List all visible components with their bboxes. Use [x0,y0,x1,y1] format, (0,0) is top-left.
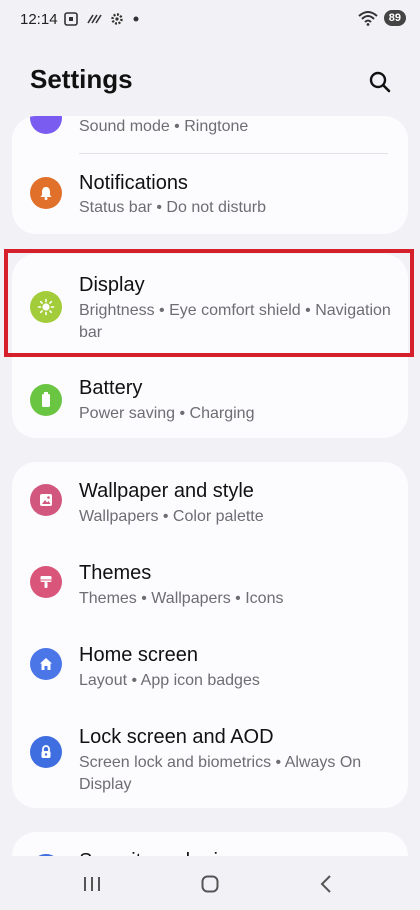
search-icon [369,71,391,93]
lock-screen-subtitle: Screen lock and biometrics • Always On D… [79,754,362,793]
home-nav-icon [201,875,219,893]
home-button[interactable] [190,870,230,898]
recent-apps-icon [84,877,100,891]
list-item-notifications[interactable]: Notifications Status bar • Do not distur… [12,154,408,234]
list-item-battery[interactable]: Battery Power saving • Charging [12,357,408,438]
list-item-sounds[interactable]: Sound mode • Ringtone [12,116,408,154]
battery-icon [30,384,62,416]
sound-icon [30,116,62,134]
status-bar: 12:14 89 [0,0,420,40]
list-item-wallpaper[interactable]: Wallpaper and style Wallpapers • Color p… [12,462,408,544]
home-screen-title: Home screen [79,644,198,666]
list-item-lock-screen[interactable]: Lock screen and AOD Screen lock and biom… [12,708,408,808]
status-time: 12:14 [20,11,58,28]
battery-title: Battery [79,377,143,399]
back-button[interactable] [306,870,346,898]
recent-apps-button[interactable] [72,870,112,898]
sounds-subtitle: Sound mode • Ringtone [79,118,249,135]
navigation-bar [0,856,420,910]
themes-title: Themes [79,562,152,584]
battery-level: 89 [383,10,406,26]
battery-subtitle: Power saving • Charging [79,405,255,422]
wallpaper-subtitle: Wallpapers • Color palette [79,508,264,525]
settings-group-3: Wallpaper and style Wallpapers • Color p… [12,462,408,808]
page-header: Settings [0,60,420,110]
home-screen-subtitle: Layout • App icon badges [79,672,260,689]
list-item-themes[interactable]: Themes Themes • Wallpapers • Icons [12,544,408,626]
bell-icon [30,177,62,209]
dot-icon [133,16,139,22]
page-title: Settings [30,64,133,94]
notifications-title: Notifications [79,172,188,194]
list-item-home-screen[interactable]: Home screen Layout • App icon badges [12,626,408,708]
back-icon [320,875,331,893]
signal-slash-icon [87,14,102,24]
highlight-box [4,249,414,357]
home-icon [30,648,62,680]
wallpaper-title: Wallpaper and style [79,480,254,502]
lock-screen-title: Lock screen and AOD [79,726,274,748]
themes-subtitle: Themes • Wallpapers • Icons [79,590,284,607]
notifications-subtitle: Status bar • Do not disturb [79,199,267,216]
image-icon [30,484,62,516]
lock-icon [30,736,62,768]
paint-brush-icon [30,566,62,598]
wifi-icon [358,11,378,26]
settings-group-1: Sound mode • Ringtone Notifications Stat… [12,116,408,234]
screenshot-icon [64,12,78,26]
settings-gear-icon [111,13,123,25]
search-button[interactable] [366,68,394,96]
